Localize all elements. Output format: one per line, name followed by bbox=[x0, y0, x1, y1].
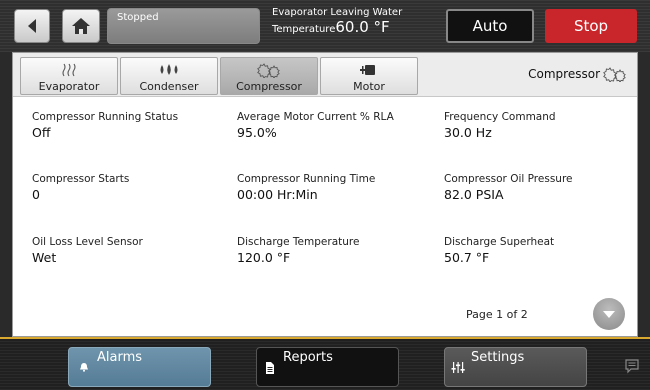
droplets-icon bbox=[158, 60, 180, 80]
field-label: Compressor Starts bbox=[32, 173, 130, 185]
field-compressor-running-status: Compressor Running Status Off bbox=[32, 111, 178, 140]
stop-button[interactable]: Stop bbox=[545, 9, 637, 43]
evaporator-leaving-water-readout: Evaporator Leaving Water Temperature60.0… bbox=[266, 6, 426, 46]
reports-button[interactable]: Reports bbox=[256, 347, 399, 387]
auto-button[interactable]: Auto bbox=[446, 9, 534, 43]
field-compressor-running-time: Compressor Running Time 00:00 Hr:Min bbox=[237, 173, 375, 202]
field-value: 120.0 °F bbox=[237, 250, 291, 265]
compressor-gears-icon bbox=[603, 67, 626, 82]
field-discharge-temperature: Discharge Temperature 120.0 °F bbox=[237, 236, 359, 265]
message-button[interactable] bbox=[624, 358, 640, 378]
reports-label: Reports bbox=[283, 350, 333, 365]
field-label: Compressor Running Time bbox=[237, 173, 376, 185]
field-compressor-starts: Compressor Starts 0 bbox=[32, 173, 129, 202]
field-oil-loss-level-sensor: Oil Loss Level Sensor Wet bbox=[32, 236, 143, 265]
evap-label-line2: Temperature bbox=[272, 24, 336, 35]
tab-condenser[interactable]: Condenser bbox=[120, 57, 218, 95]
chiller-status-display: Stopped bbox=[107, 8, 260, 44]
field-frequency-command: Frequency Command 30.0 Hz bbox=[444, 111, 556, 140]
compressor-gears-icon bbox=[257, 60, 281, 80]
page-indicator: Page 1 of 2 bbox=[466, 308, 528, 321]
alarms-button[interactable]: Alarms bbox=[68, 347, 211, 387]
field-label: Discharge Superheat bbox=[444, 236, 555, 248]
heat-waves-icon bbox=[61, 60, 77, 80]
auto-label: Auto bbox=[472, 17, 508, 35]
field-discharge-superheat: Discharge Superheat 50.7 °F bbox=[444, 236, 554, 265]
field-value: Wet bbox=[32, 250, 57, 265]
field-value: 95.0% bbox=[237, 125, 277, 140]
bell-icon bbox=[71, 350, 97, 372]
document-icon bbox=[257, 350, 283, 374]
motor-icon bbox=[359, 60, 379, 80]
field-value: Off bbox=[32, 125, 51, 140]
field-average-motor-current: Average Motor Current % RLA 95.0% bbox=[237, 111, 394, 140]
tab-label: Condenser bbox=[139, 80, 199, 93]
field-value: 30.0 Hz bbox=[444, 125, 492, 140]
page-down-button[interactable] bbox=[593, 298, 625, 330]
field-value: 50.7 °F bbox=[444, 250, 490, 265]
field-label: Discharge Temperature bbox=[237, 236, 360, 248]
tab-evaporator[interactable]: Evaporator bbox=[20, 57, 118, 95]
tab-compressor[interactable]: Compressor bbox=[220, 57, 318, 95]
settings-button[interactable]: Settings bbox=[444, 347, 587, 387]
tab-label: Compressor bbox=[236, 80, 302, 93]
compressor-panel: Evaporator Condenser Compressor Motor Co… bbox=[12, 52, 638, 337]
panel-title-text: Compressor bbox=[528, 67, 600, 81]
alarms-label: Alarms bbox=[97, 350, 143, 365]
stop-label: Stop bbox=[573, 17, 609, 35]
tab-motor[interactable]: Motor bbox=[320, 57, 418, 95]
top-bar: Stopped Evaporator Leaving Water Tempera… bbox=[0, 0, 650, 52]
home-button[interactable] bbox=[62, 9, 100, 43]
field-label: Oil Loss Level Sensor bbox=[32, 236, 143, 248]
panel-title: Compressor bbox=[528, 66, 627, 82]
field-value: 0 bbox=[32, 187, 40, 202]
field-label: Frequency Command bbox=[444, 111, 556, 123]
field-label: Compressor Running Status bbox=[32, 111, 179, 123]
back-arrow-icon bbox=[28, 19, 36, 33]
field-label: Average Motor Current % RLA bbox=[237, 111, 394, 123]
home-icon bbox=[72, 18, 90, 34]
back-button[interactable] bbox=[14, 9, 50, 43]
settings-label: Settings bbox=[471, 350, 525, 365]
field-label: Compressor Oil Pressure bbox=[444, 173, 573, 185]
chevron-down-icon bbox=[603, 310, 615, 318]
sliders-icon bbox=[445, 350, 471, 373]
bottom-nav-bar: Alarms Reports Settings bbox=[0, 337, 650, 390]
field-value: 82.0 PSIA bbox=[444, 187, 504, 202]
chat-bubble-icon bbox=[625, 359, 639, 374]
field-value: 00:00 Hr:Min bbox=[237, 187, 318, 202]
tab-label: Motor bbox=[353, 80, 385, 93]
status-text: Stopped bbox=[117, 12, 159, 23]
tab-label: Evaporator bbox=[38, 80, 100, 93]
field-compressor-oil-pressure: Compressor Oil Pressure 82.0 PSIA bbox=[444, 173, 573, 202]
evap-value: 60.0 °F bbox=[335, 18, 390, 36]
